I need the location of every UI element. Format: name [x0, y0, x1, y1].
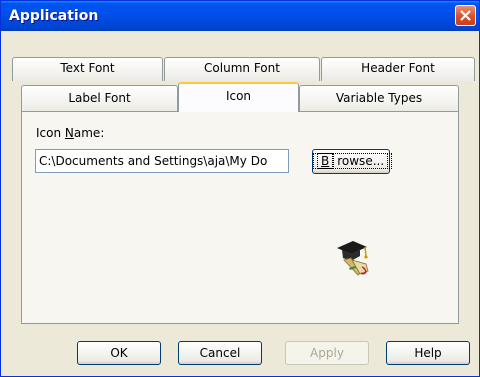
icon-name-field[interactable]: C:\Documents and Settings\aja\My Do: [35, 149, 289, 173]
tab-label-font[interactable]: Label Font: [21, 85, 178, 112]
tab-icon[interactable]: Icon: [178, 82, 299, 112]
tab-label: Icon: [225, 89, 252, 103]
tab-label: Variable Types: [335, 91, 423, 105]
window-title: Application: [9, 8, 99, 24]
close-button[interactable]: [455, 5, 476, 26]
close-icon: [460, 10, 471, 21]
graduation-cap-diploma-icon: [337, 241, 369, 276]
tab-column-font[interactable]: Column Font: [164, 57, 320, 81]
tab-label: Text Font: [60, 61, 115, 75]
application-dialog: Application Text Font Column Font Header…: [0, 0, 480, 377]
tab-label: Label Font: [68, 91, 131, 105]
tab-label: Header Font: [361, 61, 435, 75]
tab-text-font[interactable]: Text Font: [12, 57, 163, 81]
ok-button[interactable]: OK: [77, 341, 161, 365]
tab-variable-types[interactable]: Variable Types: [299, 85, 459, 112]
browse-button[interactable]: Browse...: [312, 149, 393, 174]
icon-name-label: Icon Name:: [36, 126, 105, 140]
icon-tab-panel: Icon Name: C:\Documents and Settings\aja…: [21, 111, 459, 324]
help-button[interactable]: Help: [386, 341, 470, 365]
cancel-button[interactable]: Cancel: [178, 341, 262, 365]
apply-button: Apply: [285, 341, 369, 365]
tab-header-font[interactable]: Header Font: [321, 57, 475, 81]
title-bar[interactable]: Application: [1, 1, 479, 31]
tab-label: Column Font: [204, 61, 280, 75]
